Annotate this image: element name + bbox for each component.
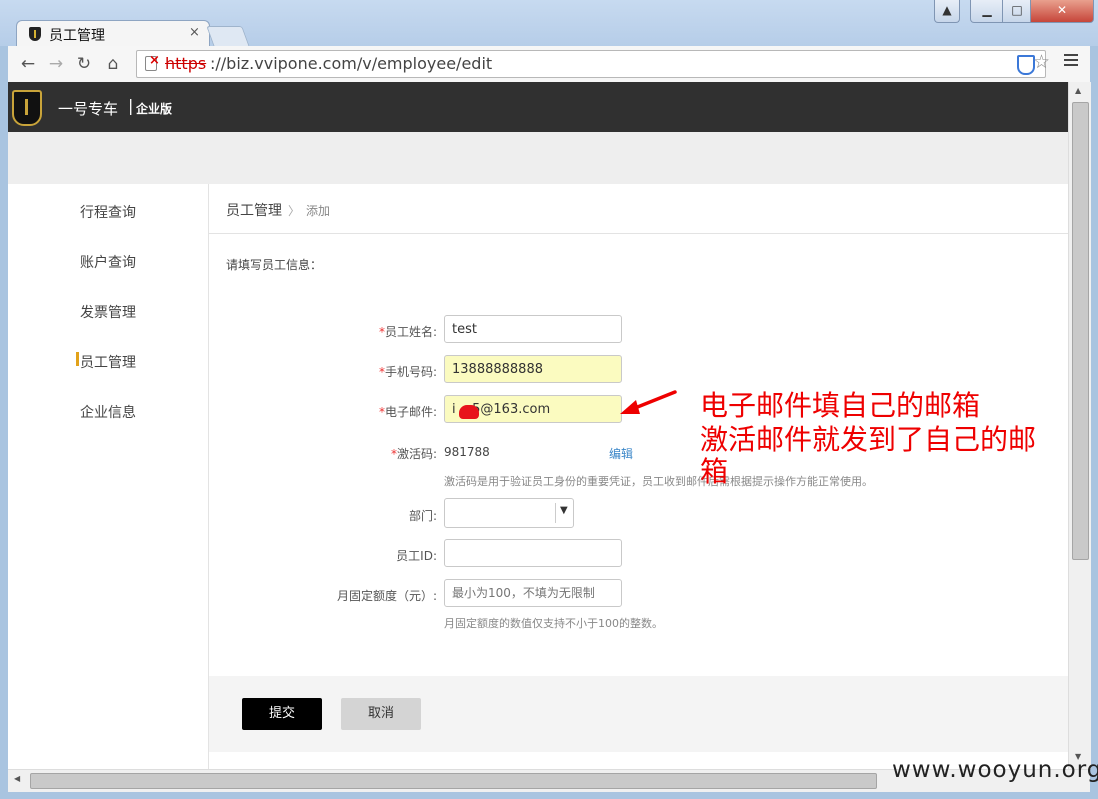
close-window-icon[interactable]: ✕ xyxy=(1030,0,1094,23)
site-logo-icon[interactable] xyxy=(12,90,42,126)
tab-close-icon[interactable]: × xyxy=(189,25,200,40)
annotation-text: 箱 xyxy=(700,455,729,488)
phone-label: *手机号码: xyxy=(209,363,437,380)
url-path: ://biz.vvipone.com/v/employee/edit xyxy=(210,54,493,73)
annotation-text: 激活邮件就发到了自己的邮 xyxy=(700,424,1037,456)
browser-tab[interactable]: 员工管理 × xyxy=(16,20,210,49)
phone-label-text: 手机号码: xyxy=(384,365,437,379)
edit-activation-link[interactable]: 编辑 xyxy=(609,445,633,462)
user-profile-icon[interactable]: ▲ xyxy=(934,0,960,23)
activation-label: *激活码: xyxy=(209,445,437,462)
employee-id-label: 员工ID: xyxy=(396,549,437,563)
activation-label-text: 激活码: xyxy=(396,447,437,461)
back-arrow-icon[interactable]: ← xyxy=(16,52,40,76)
activation-help: 激活码是用于验证员工身份的重要凭证，员工收到邮件后需根据提示操作方能正常使用。 xyxy=(444,475,873,488)
header-band xyxy=(8,132,1068,184)
breadcrumb: 员工管理〉添加 xyxy=(226,200,330,220)
vertical-scroll-thumb[interactable] xyxy=(1072,102,1089,560)
breadcrumb-section[interactable]: 员工管理 xyxy=(226,203,282,219)
watermark: www.wooyun.org xyxy=(892,757,1098,783)
site-edition: 企业版 xyxy=(136,102,173,116)
quota-label: 月固定额度（元）: xyxy=(336,589,437,603)
form-intro: 请填写员工信息： xyxy=(226,258,323,272)
dropdown-arrow-icon[interactable]: ▼ xyxy=(560,505,568,516)
new-tab-button[interactable] xyxy=(206,26,250,47)
site-header: 一号专车 | 企业版 xyxy=(8,82,1068,132)
site-separator: | xyxy=(128,96,134,115)
annotation-arrow-icon xyxy=(620,390,677,414)
reload-icon[interactable]: ↻ xyxy=(72,52,96,76)
name-label: *员工姓名: xyxy=(209,323,437,340)
quota-help: 月固定额度的数值仅支持不小于100的整数。 xyxy=(444,617,663,630)
insecure-x-icon: × xyxy=(149,53,160,68)
main-content: 员工管理〉添加 请填写员工信息： *员工姓名: *手机号码: *电子邮件: *激… xyxy=(209,184,1068,769)
bookmark-star-icon[interactable]: ☆ xyxy=(1033,51,1050,73)
browser-toolbar: ← → ↻ ⌂ × https ://biz.vvipone.com/v/emp… xyxy=(8,46,1090,83)
redaction-mark xyxy=(459,405,479,419)
cancel-button[interactable]: 取消 xyxy=(341,698,421,730)
name-input[interactable] xyxy=(444,315,622,343)
breadcrumb-current: 添加 xyxy=(306,204,331,218)
maximize-icon[interactable]: □ xyxy=(1002,0,1032,23)
site-name: 一号专车 xyxy=(58,100,119,118)
email-label: *电子邮件: xyxy=(209,403,437,420)
department-label: 部门: xyxy=(408,509,437,523)
sidebar-item-company[interactable]: 企业信息 xyxy=(8,402,208,422)
address-bar[interactable]: × https ://biz.vvipone.com/v/employee/ed… xyxy=(136,50,1050,78)
quota-input[interactable] xyxy=(444,579,622,607)
scroll-left-icon[interactable]: ◀ xyxy=(14,774,20,783)
sidebar-item-invoices[interactable]: 发票管理 xyxy=(8,302,208,322)
sidebar: 行程查询 账户查询 发票管理 员工管理 企业信息 xyxy=(8,184,209,769)
favicon-icon xyxy=(29,27,41,41)
email-label-text: 电子邮件: xyxy=(384,405,437,419)
horizontal-scroll-thumb[interactable] xyxy=(30,773,877,789)
annotation-text: 电子邮件填自己的邮箱 xyxy=(700,389,981,422)
department-select[interactable]: ▼ xyxy=(444,498,574,528)
sidebar-item-accounts[interactable]: 账户查询 xyxy=(8,252,208,272)
sidebar-item-employees[interactable]: 员工管理 xyxy=(8,352,208,372)
window-titlebar: 员工管理 × ▲ ▁ □ ✕ xyxy=(0,0,1098,49)
divider xyxy=(209,233,1068,234)
menu-icon[interactable] xyxy=(1064,54,1078,69)
submit-button[interactable]: 提交 xyxy=(242,698,322,730)
select-divider xyxy=(555,503,556,523)
url-scheme: https xyxy=(165,54,207,73)
name-label-text: 员工姓名: xyxy=(384,325,437,339)
phone-input[interactable] xyxy=(444,355,622,383)
scroll-up-icon[interactable]: ▲ xyxy=(1075,86,1081,95)
breadcrumb-separator: 〉 xyxy=(288,204,301,218)
employee-id-input[interactable] xyxy=(444,539,622,567)
tab-title: 员工管理 xyxy=(49,28,105,44)
minimize-icon[interactable]: ▁ xyxy=(970,0,1004,23)
forward-arrow-icon[interactable]: → xyxy=(44,52,68,76)
form-actions: 提交 取消 xyxy=(209,676,1068,752)
sidebar-item-trips[interactable]: 行程查询 xyxy=(8,202,208,222)
activation-code-value: 981788 xyxy=(444,445,490,459)
home-icon[interactable]: ⌂ xyxy=(101,52,125,76)
